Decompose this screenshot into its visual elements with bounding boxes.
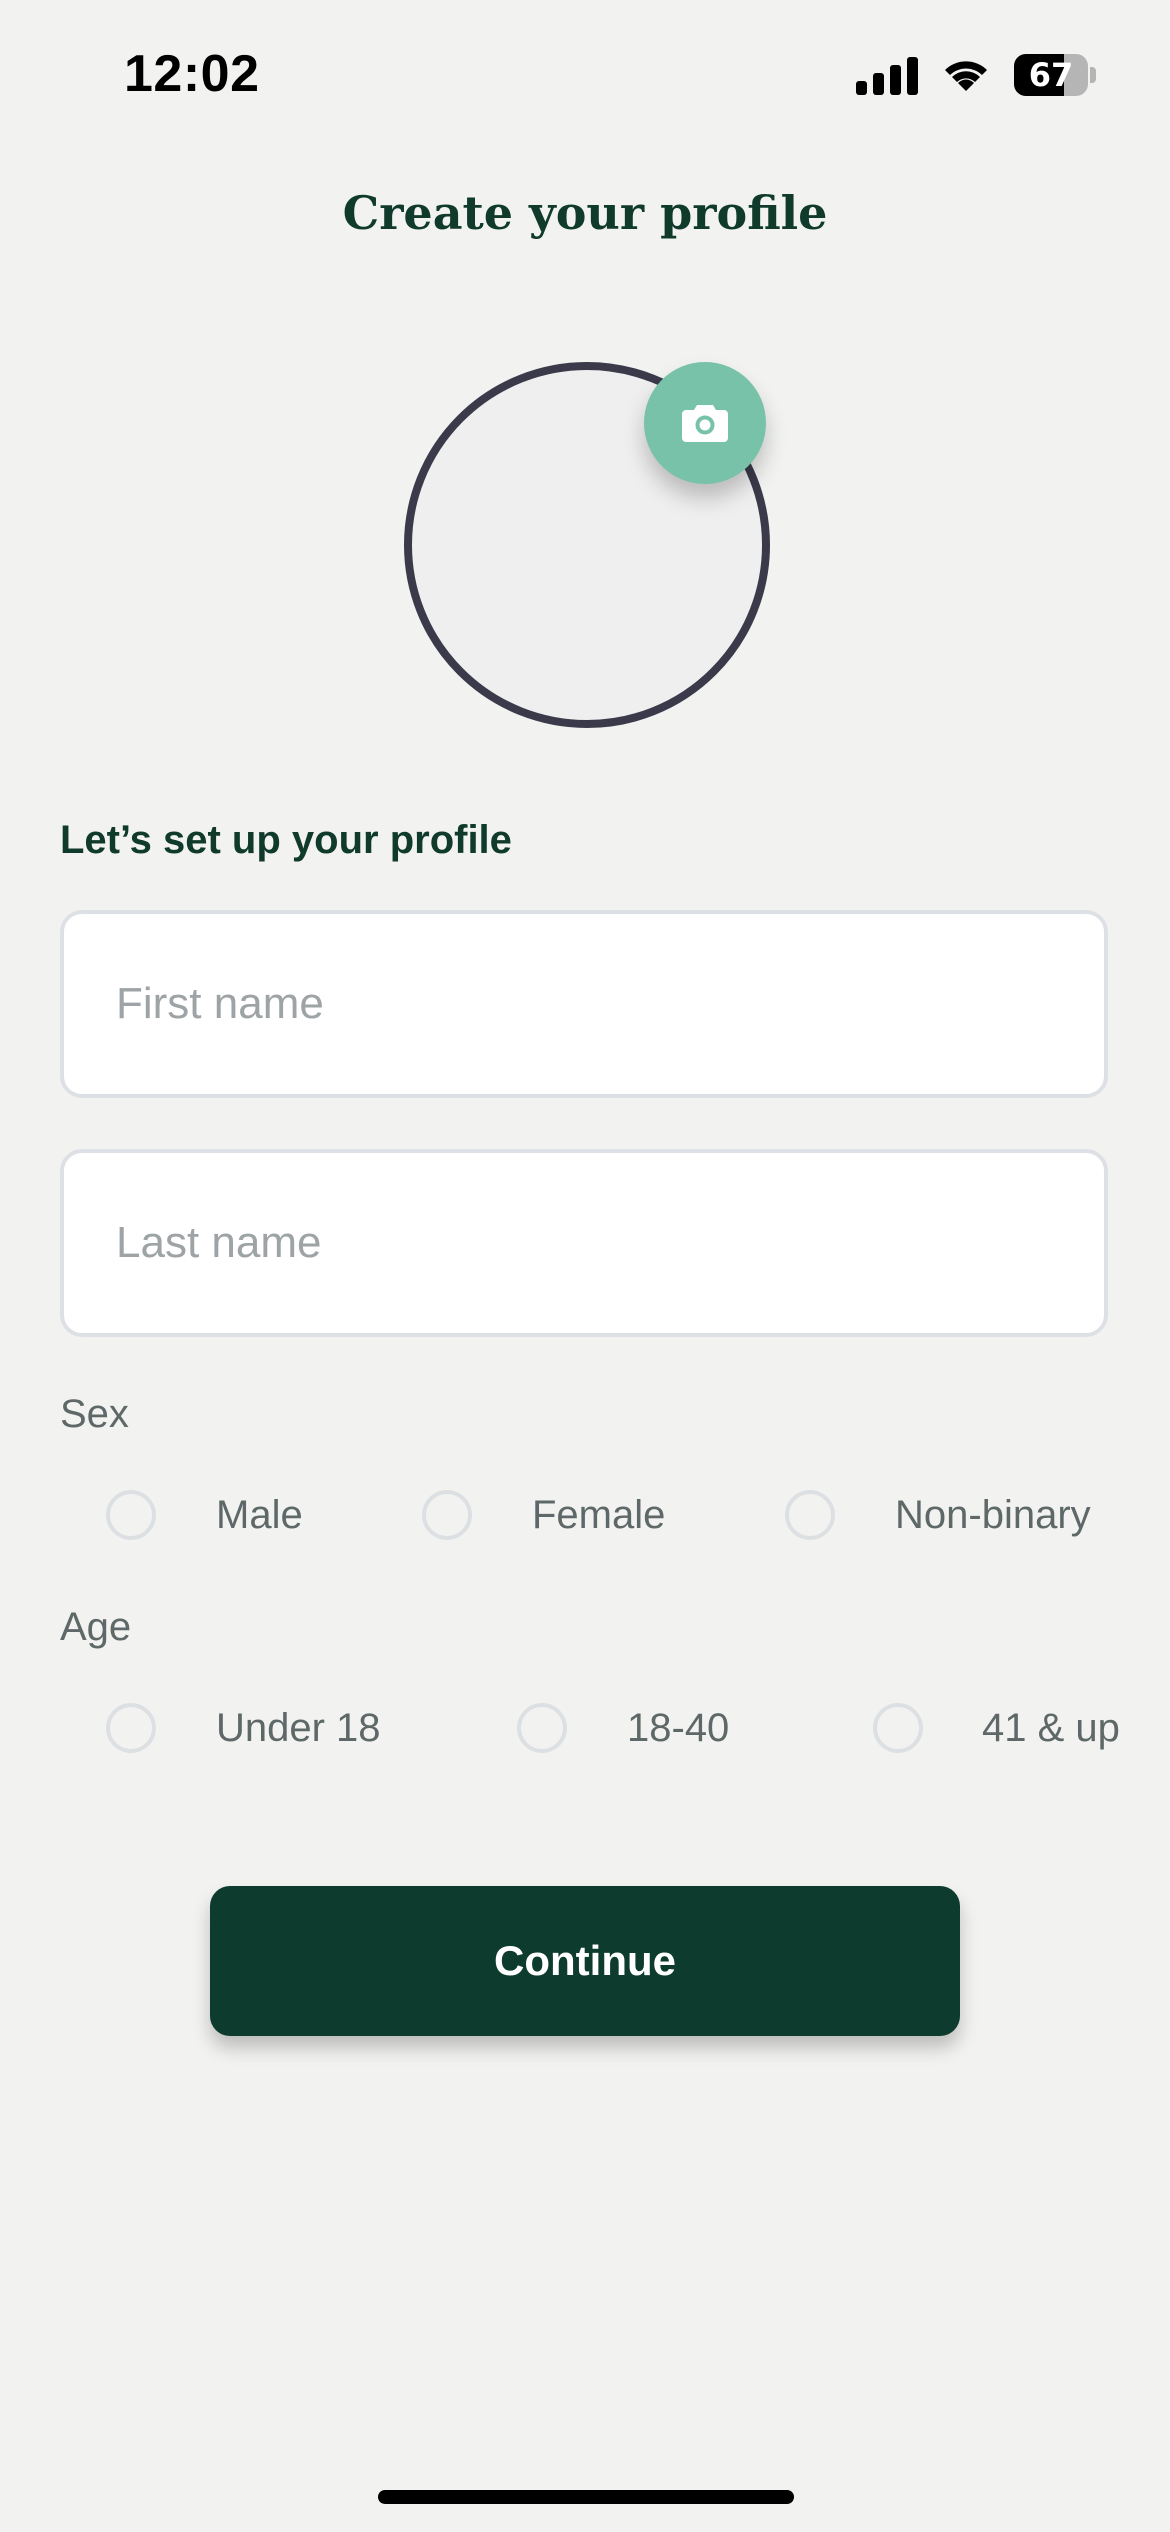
age-18-40-radio[interactable] — [517, 1703, 567, 1753]
wifi-icon — [945, 61, 987, 91]
section-label: Let’s set up your profile — [60, 818, 512, 862]
page-title: Create your profile — [342, 186, 828, 240]
sex-nonbinary-label[interactable]: Non-binary — [895, 1490, 1091, 1540]
cellular-signal-icon — [856, 55, 918, 95]
home-indicator[interactable] — [378, 2490, 794, 2504]
camera-icon — [682, 405, 728, 442]
age-41-up-radio[interactable] — [873, 1703, 923, 1753]
age-label: Age — [60, 1605, 132, 1649]
sex-label: Sex — [60, 1392, 129, 1436]
battery-level: 67 — [1028, 56, 1074, 94]
sex-male-label[interactable]: Male — [216, 1490, 303, 1540]
sex-female-radio[interactable] — [422, 1490, 472, 1540]
last-name-field[interactable] — [60, 1149, 1108, 1337]
last-name-input[interactable] — [114, 1217, 1104, 1269]
upload-photo-button[interactable] — [644, 362, 766, 484]
sex-male-radio[interactable] — [106, 1490, 156, 1540]
continue-button[interactable]: Continue — [210, 1886, 960, 2036]
age-under-18-label[interactable]: Under 18 — [216, 1703, 381, 1753]
sex-nonbinary-radio[interactable] — [785, 1490, 835, 1540]
status-time: 12:02 — [124, 45, 260, 103]
sex-female-label[interactable]: Female — [532, 1490, 665, 1540]
age-18-40-label[interactable]: 18-40 — [627, 1703, 729, 1753]
age-41-up-label[interactable]: 41 & up — [982, 1703, 1120, 1753]
battery-icon: 67 — [1014, 54, 1096, 96]
age-under-18-radio[interactable] — [106, 1703, 156, 1753]
first-name-input[interactable] — [114, 978, 1104, 1030]
first-name-field[interactable] — [60, 910, 1108, 1098]
status-icons: 67 — [856, 50, 1096, 100]
